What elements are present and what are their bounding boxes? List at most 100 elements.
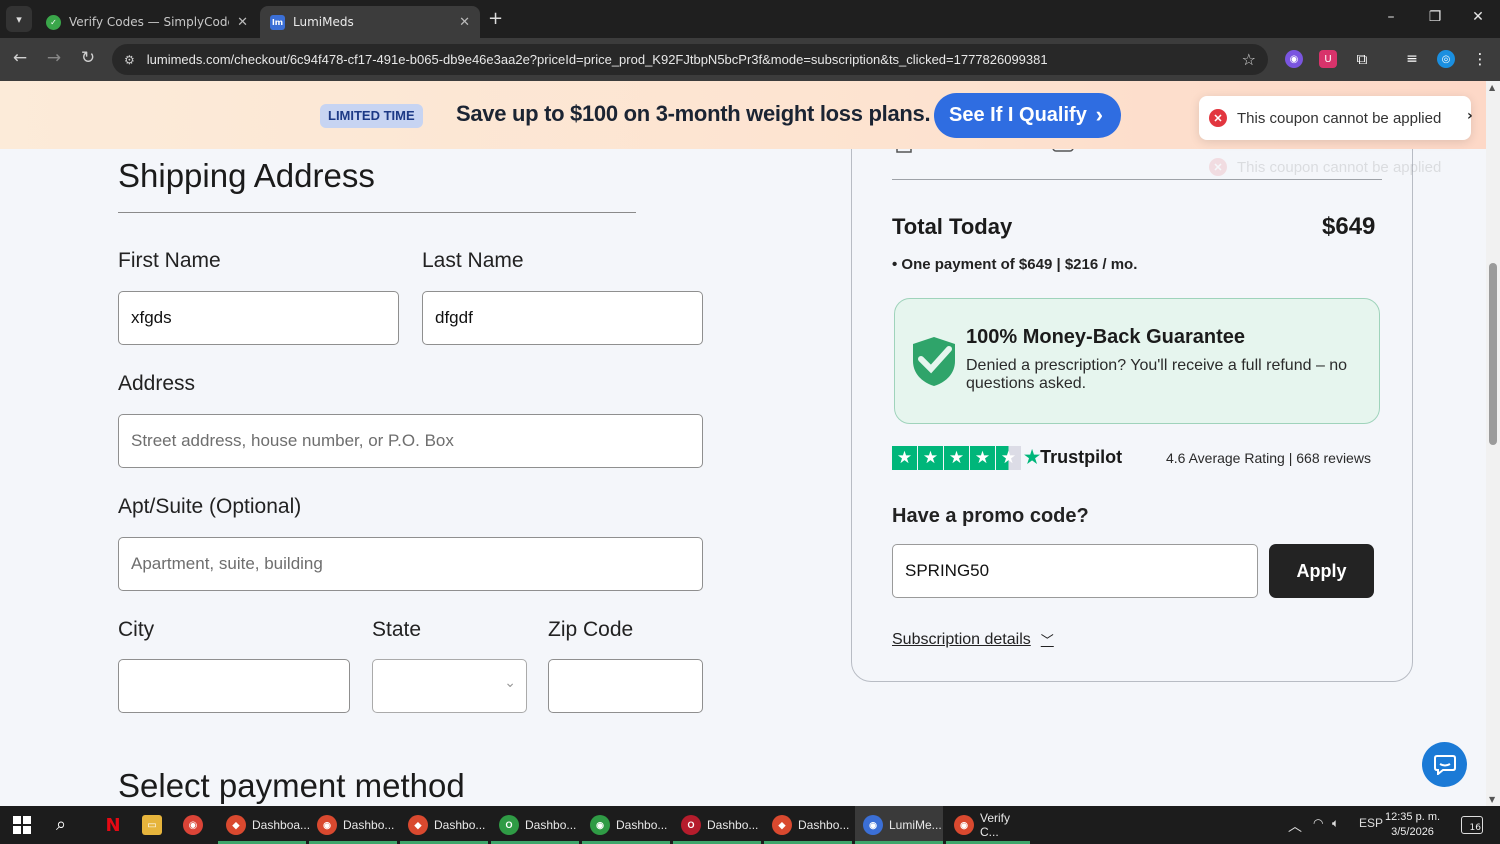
taskbar-app-label: Dashbo... (616, 818, 668, 832)
shield-extension-icon[interactable]: U (1319, 50, 1337, 68)
chat-support-button[interactable] (1422, 742, 1467, 787)
windows-start-icon[interactable] (13, 816, 31, 834)
zip-code-label: Zip Code (548, 618, 634, 641)
payment-note: • One payment of $649 | $216 / mo. (892, 256, 1138, 273)
close-icon[interactable]: ✕ (459, 15, 470, 30)
site-settings-icon[interactable]: ⚙ (124, 53, 135, 67)
page-scrollbar[interactable]: ▲ ▼ (1486, 81, 1500, 806)
taskbar-app[interactable]: ◆ Dashbo... (400, 806, 488, 844)
file-explorer-icon[interactable]: ▭ (142, 815, 162, 835)
clock-date: 3/5/2026 (1391, 826, 1434, 838)
taskbar-app[interactable]: ◉ Verify C... (946, 806, 1030, 844)
browser-tab-strip: ▾ ✓ Verify Codes — SimplyCodes ✕ lm Lumi… (0, 0, 1500, 38)
subscription-details-toggle[interactable]: Subscription details ﹀ (892, 630, 1054, 649)
tab-search-icon[interactable]: ▾ (6, 6, 32, 32)
bookmark-star-icon[interactable]: ☆ (1242, 50, 1256, 69)
chevron-right-icon: › (1095, 102, 1103, 127)
tab-verify-codes[interactable]: ✓ Verify Codes — SimplyCodes ✕ (36, 6, 258, 38)
taskbar-app[interactable]: O Dashbo... (673, 806, 761, 844)
search-icon[interactable]: ⌕ (56, 814, 66, 835)
reload-icon[interactable]: ↻ (77, 48, 99, 68)
taskbar-app[interactable]: ◉ Dashbo... (309, 806, 397, 844)
qualify-button-label: See If I Qualify (949, 104, 1087, 126)
app-icon: ◉ (863, 815, 883, 835)
address-bar[interactable]: ⚙ lumimeds.com/checkout/6c94f478-cf17-49… (112, 44, 1268, 75)
star-icon: ★ (970, 446, 995, 470)
restore-icon[interactable]: ❐ (1425, 9, 1445, 25)
city-field[interactable] (118, 659, 350, 713)
language-indicator[interactable]: ESP (1359, 816, 1383, 830)
chevron-down-icon: ﹀ (1040, 633, 1054, 648)
taskbar-app-label: Dashbo... (343, 818, 395, 832)
limited-time-badge: LIMITED TIME (320, 104, 423, 128)
coupon-error-toast-fading: ✕ This coupon cannot be applied (1199, 145, 1471, 189)
more-menu-icon[interactable]: ⋮ (1471, 50, 1489, 68)
coupon-error-toast[interactable]: ✕ This coupon cannot be applied (1199, 96, 1471, 140)
minimize-icon[interactable]: – (1381, 9, 1401, 25)
tab-title: Verify Codes — SimplyCodes (69, 15, 230, 29)
city-label: City (118, 618, 155, 641)
last-name-label: Last Name (422, 249, 524, 272)
apt-suite-label: Apt/Suite (Optional) (118, 495, 302, 518)
forward-arrow-icon[interactable]: → (43, 48, 65, 68)
back-arrow-icon[interactable]: ← (9, 48, 31, 68)
tab-lumimeds[interactable]: lm LumiMeds ✕ (260, 6, 480, 38)
taskbar-app[interactable]: ◉ Dashbo... (582, 806, 670, 844)
apply-button[interactable]: Apply (1269, 544, 1374, 598)
app-icon: ◆ (226, 815, 246, 835)
window-close-icon[interactable]: ✕ (1468, 9, 1488, 25)
trustpilot-logo: ★Trustpilot (1024, 447, 1122, 468)
banner-text: Save up to $100 on 3-month weight loss p… (456, 101, 931, 126)
shield-check-icon (913, 337, 955, 386)
app-icon: O (499, 815, 519, 835)
extensions-puzzle-icon[interactable]: ⧉ (1353, 50, 1371, 68)
toast-close-icon[interactable]: › (1467, 108, 1473, 124)
zip-code-field[interactable] (548, 659, 703, 713)
see-if-qualify-button[interactable]: See If I Qualify › (934, 93, 1121, 138)
scroll-down-icon[interactable]: ▼ (1489, 795, 1495, 804)
state-select[interactable]: ⌄ (372, 659, 527, 713)
taskbar-app-active[interactable]: ◉ LumiMe... (855, 806, 943, 844)
taskbar-app[interactable]: ◆ Dashbo... (764, 806, 852, 844)
taskbar-app[interactable]: O Dashbo... (491, 806, 579, 844)
wifi-icon[interactable]: ◠ (1313, 816, 1323, 830)
volume-icon[interactable]: 🔈︎ (1332, 816, 1339, 831)
trustpilot-name: Trustpilot (1040, 447, 1123, 467)
app-icon: O (681, 815, 701, 835)
scrollbar-thumb[interactable] (1489, 263, 1497, 445)
media-controls-icon[interactable]: ≡ (1403, 50, 1421, 68)
taskbar-app[interactable]: ◆ Dashboa... (218, 806, 310, 844)
error-icon: ✕ (1209, 158, 1227, 176)
toast-message: This coupon cannot be applied (1237, 109, 1442, 127)
promo-code-label: Have a promo code? (892, 505, 1089, 527)
profile-avatar[interactable]: ◎ (1437, 50, 1455, 68)
last-name-field[interactable] (422, 291, 703, 345)
new-tab-button[interactable]: + (488, 8, 503, 29)
show-hidden-icons-icon[interactable]: ︿ (1288, 816, 1302, 836)
promo-code-input[interactable] (892, 544, 1258, 598)
first-name-label: First Name (118, 249, 221, 272)
error-icon: ✕ (1209, 109, 1227, 127)
money-back-guarantee-box: 100% Money-Back Guarantee Denied a presc… (894, 298, 1380, 424)
star-icon: ★ (944, 446, 969, 470)
extension-icon[interactable]: ◉ (1285, 50, 1303, 68)
close-icon[interactable]: ✕ (237, 15, 248, 30)
url-text[interactable]: lumimeds.com/checkout/6c94f478-cf17-491e… (147, 52, 1242, 67)
app-icon: ◆ (772, 815, 792, 835)
divider (118, 212, 636, 213)
scroll-up-icon[interactable]: ▲ (1489, 83, 1495, 92)
first-name-field[interactable] (118, 291, 399, 345)
clock-time: 12:35 p. m. (1385, 811, 1441, 823)
notification-count: 16 (1469, 823, 1481, 833)
app-icon: ◆ (408, 815, 428, 835)
trustpilot-rating: 4.6 Average Rating | 668 reviews (1166, 450, 1371, 466)
apt-suite-field[interactable] (118, 537, 703, 591)
payment-method-heading: Select payment method (118, 767, 465, 804)
taskbar-app-label: Dashboa... (252, 818, 311, 832)
trustpilot-stars: ★ ★ ★ ★ ★ (892, 446, 1021, 470)
address-field[interactable] (118, 414, 703, 468)
notification-center-icon[interactable]: 16 (1461, 816, 1483, 834)
netflix-icon[interactable]: N (103, 815, 123, 836)
system-clock[interactable]: 12:35 p. m. 3/5/2026 (1385, 810, 1440, 840)
chrome-icon[interactable]: ◉ (183, 815, 203, 835)
